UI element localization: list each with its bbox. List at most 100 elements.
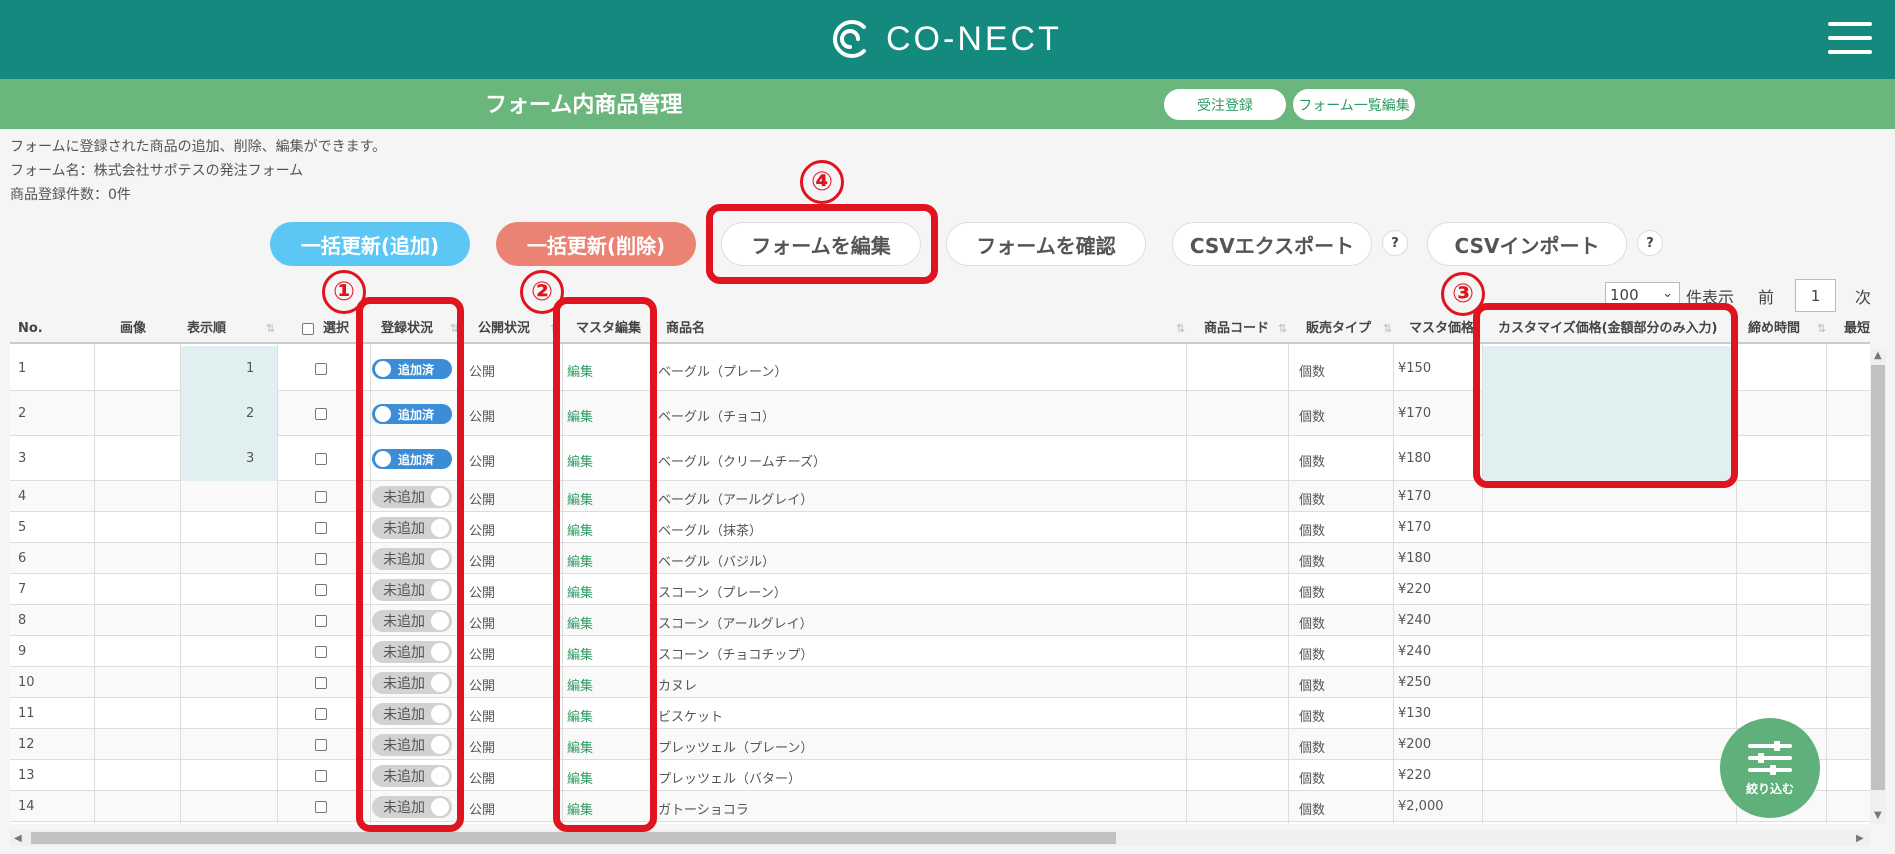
horizontal-scroll-thumb[interactable] <box>31 832 1116 844</box>
table-row: 6 未追加 公開 編集 ベーグル（バジル） 個数 ¥180 <box>10 543 1870 574</box>
row-number: 1 <box>18 361 27 376</box>
product-name: ベーグル（チョコ） <box>658 410 776 425</box>
scroll-up-icon[interactable]: ▲ <box>1874 350 1882 361</box>
sale-type: 個数 <box>1299 803 1326 818</box>
header-image: 画像 <box>120 321 147 336</box>
column-divider <box>1288 344 1289 824</box>
scroll-left-icon[interactable]: ◀ <box>14 833 22 844</box>
form-list-edit-button[interactable]: フォーム一覧編集 <box>1293 89 1415 120</box>
row-checkbox[interactable] <box>315 491 327 503</box>
logo[interactable]: CO-NECT <box>828 16 1062 62</box>
csv-import-button[interactable]: CSVインポート <box>1427 222 1627 266</box>
publish-status: 公開 <box>469 455 496 470</box>
publish-status: 公開 <box>469 555 496 570</box>
row-number: 2 <box>18 406 27 421</box>
table-row: 14 未追加 公開 編集 ガトーショコラ 個数 ¥2,000 <box>10 791 1870 822</box>
master-price: ¥170 <box>1398 489 1432 504</box>
row-checkbox[interactable] <box>315 708 327 720</box>
scroll-right-icon[interactable]: ▶ <box>1856 833 1864 844</box>
scroll-down-icon[interactable]: ▼ <box>1874 810 1882 821</box>
row-checkbox[interactable] <box>315 646 327 658</box>
sort-icon[interactable]: ⇅ <box>266 314 275 344</box>
row-checkbox[interactable] <box>315 739 327 751</box>
bulk-add-button[interactable]: 一括更新(追加) <box>270 222 470 266</box>
row-checkbox[interactable] <box>315 553 327 565</box>
prev-page-link[interactable]: 前 <box>1758 284 1774 308</box>
header-master-price[interactable]: マスタ価格 <box>1409 314 1474 344</box>
table-row: 11 未追加 公開 編集 ビスケット 個数 ¥130 <box>10 698 1870 729</box>
annotation-box-status <box>356 297 464 832</box>
publish-status: 公開 <box>469 524 496 539</box>
annotation-box-edit-form <box>706 204 938 284</box>
order-input-cell[interactable] <box>180 436 277 481</box>
row-number: 5 <box>18 520 27 535</box>
select-all-checkbox[interactable] <box>302 323 314 335</box>
row-checkbox[interactable] <box>315 453 327 465</box>
publish-status: 公開 <box>469 365 496 380</box>
header-deadline[interactable]: 締め時間 <box>1748 314 1800 344</box>
column-divider <box>1186 344 1187 824</box>
sliders-icon <box>1748 740 1792 775</box>
display-order[interactable]: 2 <box>246 406 254 421</box>
display-order[interactable]: 1 <box>246 361 254 376</box>
sort-icon[interactable]: ⇅ <box>1383 314 1392 344</box>
menu-icon[interactable] <box>1828 22 1872 56</box>
page-title: フォーム内商品管理 <box>485 93 683 118</box>
row-checkbox[interactable] <box>315 801 327 813</box>
page-number-input[interactable]: 1 <box>1795 279 1836 312</box>
vertical-scroll-thumb[interactable] <box>1871 365 1885 790</box>
order-entry-button[interactable]: 受注登録 <box>1164 89 1286 120</box>
header-code[interactable]: 商品コード <box>1204 314 1269 344</box>
header-name[interactable]: 商品名 <box>666 314 705 344</box>
product-name: ベーグル（抹茶） <box>658 524 763 539</box>
header-publish[interactable]: 公開状況 <box>478 314 530 344</box>
confirm-form-button[interactable]: フォームを確認 <box>946 222 1146 266</box>
product-count-text: 商品登録件数：0件 <box>10 187 131 203</box>
table-row: 5 未追加 公開 編集 ベーグル（抹茶） 個数 ¥170 <box>10 512 1870 543</box>
row-number: 9 <box>18 644 27 659</box>
publish-status: 公開 <box>469 741 496 756</box>
master-price: ¥220 <box>1398 768 1432 783</box>
publish-status: 公開 <box>469 710 496 725</box>
display-order[interactable]: 3 <box>246 451 254 466</box>
header-order[interactable]: 表示順 <box>187 314 226 344</box>
sort-icon[interactable]: ⇅ <box>1817 314 1826 344</box>
sort-icon[interactable]: ⇅ <box>1176 314 1185 344</box>
sale-type: 個数 <box>1299 710 1326 725</box>
order-input-cell[interactable] <box>180 346 277 391</box>
row-checkbox[interactable] <box>315 677 327 689</box>
table-row: 9 未追加 公開 編集 スコーン（チョコチップ） 個数 ¥240 <box>10 636 1870 667</box>
column-divider <box>1393 344 1394 824</box>
next-page-link[interactable]: 次 <box>1855 284 1871 308</box>
master-price: ¥130 <box>1398 706 1432 721</box>
logo-text: CO-NECT <box>886 19 1062 58</box>
product-name: スコーン（アールグレイ） <box>658 617 813 632</box>
row-checkbox[interactable] <box>315 770 327 782</box>
publish-status: 公開 <box>469 679 496 694</box>
annotation-number-1: ① <box>322 270 366 314</box>
row-checkbox[interactable] <box>315 363 327 375</box>
csv-import-help-icon[interactable]: ? <box>1637 230 1663 256</box>
master-price: ¥200 <box>1398 737 1432 752</box>
master-price: ¥150 <box>1398 361 1432 376</box>
header-no: No. <box>18 321 43 336</box>
column-divider <box>180 344 181 824</box>
bulk-delete-button[interactable]: 一括更新(削除) <box>496 222 696 266</box>
publish-status: 公開 <box>469 493 496 508</box>
sort-icon[interactable]: ⇅ <box>1278 314 1287 344</box>
csv-export-help-icon[interactable]: ? <box>1382 230 1408 256</box>
row-checkbox[interactable] <box>315 408 327 420</box>
row-checkbox[interactable] <box>315 522 327 534</box>
row-number: 3 <box>18 451 27 466</box>
column-divider <box>1826 344 1827 824</box>
row-checkbox[interactable] <box>315 615 327 627</box>
row-checkbox[interactable] <box>315 584 327 596</box>
csv-export-button[interactable]: CSVエクスポート <box>1172 222 1372 266</box>
filter-button[interactable]: 絞り込む <box>1720 718 1820 818</box>
publish-status: 公開 <box>469 617 496 632</box>
header-sale-type[interactable]: 販売タイプ <box>1306 314 1371 344</box>
order-input-cell[interactable] <box>180 391 277 436</box>
publish-status: 公開 <box>469 772 496 787</box>
table-row: 8 未追加 公開 編集 スコーン（アールグレイ） 個数 ¥240 <box>10 605 1870 636</box>
product-name: ベーグル（アールグレイ） <box>658 493 814 508</box>
